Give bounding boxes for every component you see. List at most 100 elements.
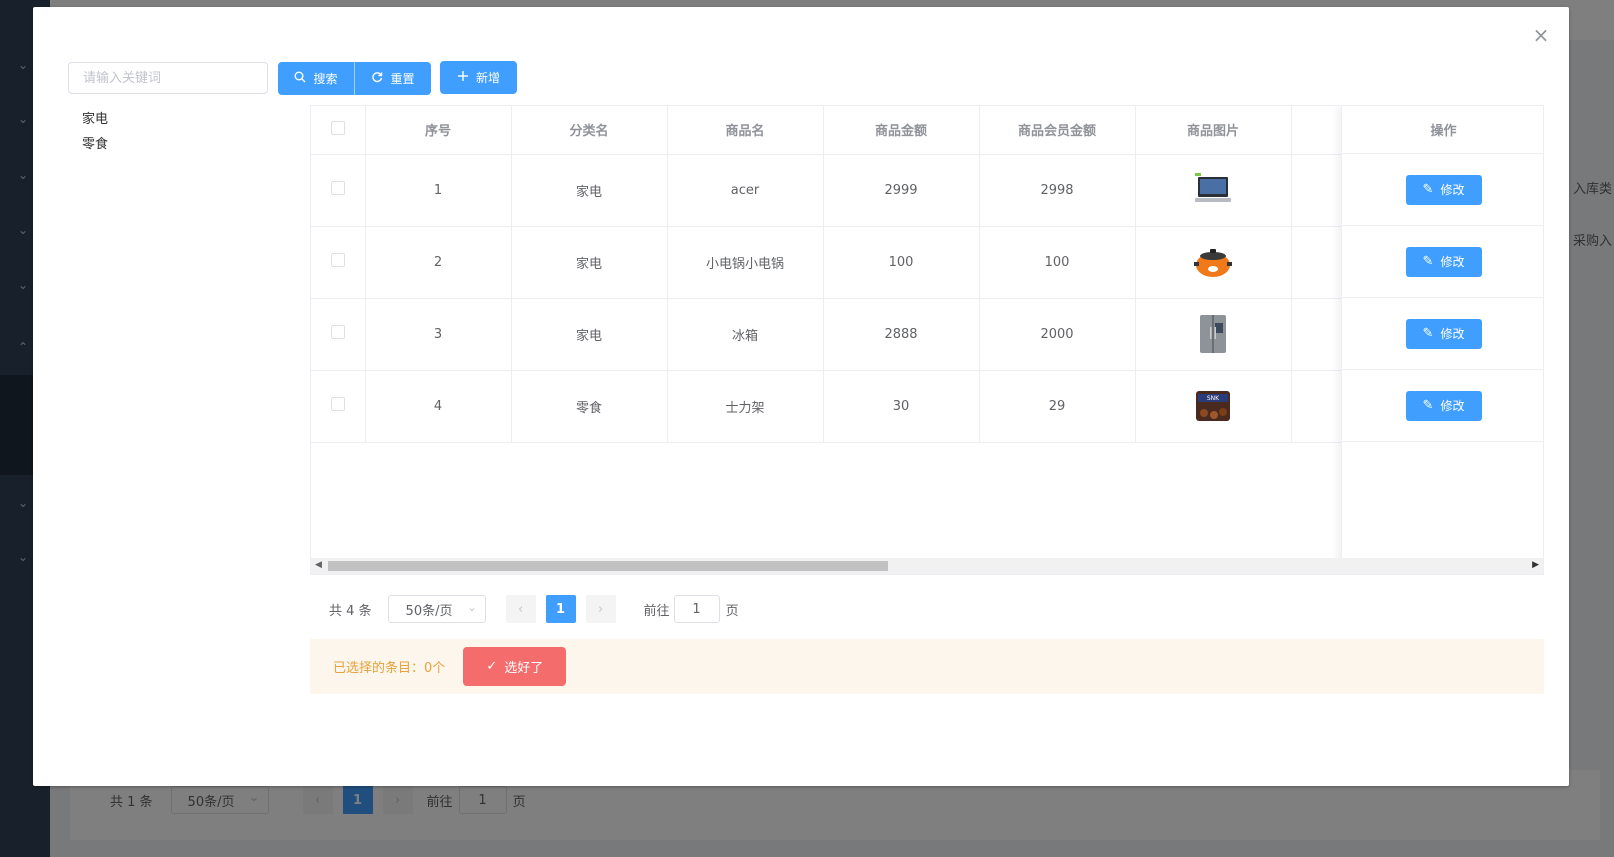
- page-size-value: 50条/页: [405, 603, 453, 619]
- edit-icon: ✎: [1422, 254, 1434, 269]
- row-image-cell: [1135, 298, 1292, 371]
- row-index: 3: [365, 298, 512, 371]
- pagination-total: 共 4 条: [329, 603, 372, 619]
- row-price: 2999: [823, 154, 980, 227]
- product-table: 序号 分类名 商品名 商品金额 商品会员金额 商品图片 1 家电 acer 29…: [310, 105, 1544, 575]
- select-all-checkbox[interactable]: [330, 120, 345, 135]
- page-suffix: 页: [725, 603, 739, 619]
- edit-icon: ✎: [1422, 182, 1434, 197]
- row-select-cell: [311, 226, 366, 299]
- refresh-icon: [371, 71, 383, 87]
- search-button[interactable]: 搜索: [278, 62, 355, 95]
- scroll-left-icon[interactable]: ◀: [315, 560, 322, 570]
- goto-input[interactable]: 1: [673, 595, 720, 623]
- action-cell: ✎ 修改: [1342, 370, 1543, 442]
- column-header: 序号: [365, 106, 512, 155]
- horizontal-scrollbar[interactable]: ◀ ▶: [311, 558, 1543, 574]
- add-button[interactable]: 新增: [440, 61, 517, 94]
- page-size-select[interactable]: 50条/页 ⌄: [387, 595, 486, 623]
- reset-button[interactable]: 重置: [355, 62, 431, 95]
- column-header: 商品名: [667, 106, 824, 155]
- category-item[interactable]: 家电: [82, 107, 108, 132]
- close-icon[interactable]: ×: [1531, 25, 1551, 45]
- row-image-cell: [1135, 226, 1292, 299]
- reset-button-label: 重置: [390, 72, 415, 86]
- table-row: 1 家电 acer 2999 2998: [311, 154, 1512, 227]
- action-cell: ✎ 修改: [1342, 226, 1543, 298]
- edit-button-label: 修改: [1440, 327, 1465, 341]
- column-header: 分类名: [511, 106, 668, 155]
- edit-button-label: 修改: [1440, 183, 1465, 197]
- row-price: 2888: [823, 298, 980, 371]
- row-price: 100: [823, 226, 980, 299]
- row-index: 1: [365, 154, 512, 227]
- row-category: 家电: [511, 226, 668, 299]
- row-category: 家电: [511, 154, 668, 227]
- select-all-cell: [311, 106, 366, 155]
- row-member-price: 2998: [979, 154, 1136, 227]
- product-select-dialog: × 搜索 重置 新增 家电 零食: [33, 7, 1569, 786]
- current-page[interactable]: 1: [545, 595, 576, 623]
- row-index: 4: [365, 370, 512, 443]
- row-member-price: 100: [979, 226, 1136, 299]
- confirm-selection-button[interactable]: ✓ 选好了: [463, 647, 567, 686]
- edit-button[interactable]: ✎ 修改: [1405, 246, 1482, 277]
- action-cell: ✎ 修改: [1342, 298, 1543, 370]
- pagination: 共 4 条 50条/页 ⌄ ‹ 1 › 前往 1 页: [329, 595, 739, 623]
- selection-bar: 已选择的条目：0个 ✓ 选好了: [310, 639, 1544, 694]
- action-column-header: 操作: [1342, 106, 1543, 154]
- row-name: 小电锅小电锅: [667, 226, 824, 299]
- row-index: 2: [365, 226, 512, 299]
- row-checkbox[interactable]: [330, 397, 345, 411]
- edit-button-label: 修改: [1440, 255, 1465, 269]
- row-category: 家电: [511, 298, 668, 371]
- table-row: 3 家电 冰箱 2888 2000: [311, 298, 1512, 371]
- prev-page-button[interactable]: ‹: [505, 595, 536, 623]
- cooker-image[interactable]: [1192, 241, 1234, 283]
- edit-button[interactable]: ✎ 修改: [1405, 318, 1482, 349]
- search-input[interactable]: [68, 62, 268, 94]
- scrollbar-thumb[interactable]: [328, 561, 888, 571]
- edit-icon: ✎: [1422, 398, 1434, 413]
- search-button-label: 搜索: [313, 72, 338, 86]
- action-column: 操作 ✎ 修改 ✎ 修改 ✎ 修改 ✎ 修改: [1341, 106, 1543, 574]
- svg-text:SNK: SNK: [1207, 395, 1220, 402]
- column-header: 商品图片: [1135, 106, 1292, 155]
- fridge-image[interactable]: [1192, 313, 1234, 355]
- selection-count: 已选择的条目：0个: [333, 661, 446, 676]
- snack-image[interactable]: SNK: [1192, 385, 1234, 427]
- product-table-body: 序号 分类名 商品名 商品金额 商品会员金额 商品图片 1 家电 acer 29…: [311, 106, 1512, 443]
- check-icon: ✓: [486, 659, 498, 674]
- row-checkbox[interactable]: [330, 325, 345, 339]
- edit-icon: ✎: [1422, 326, 1434, 341]
- row-price: 30: [823, 370, 980, 443]
- next-page-button[interactable]: ›: [585, 595, 616, 623]
- laptop-image[interactable]: [1192, 169, 1234, 211]
- chevron-down-icon: ⌄: [467, 601, 477, 614]
- row-member-price: 2000: [979, 298, 1136, 371]
- row-select-cell: [311, 370, 366, 443]
- edit-button[interactable]: ✎ 修改: [1405, 174, 1482, 205]
- row-member-price: 29: [979, 370, 1136, 443]
- scroll-right-icon[interactable]: ▶: [1532, 560, 1539, 570]
- table-row: 2 家电 小电锅小电锅 100 100: [311, 226, 1512, 299]
- search-button-group: 搜索 重置: [278, 62, 431, 95]
- confirm-selection-label: 选好了: [504, 661, 544, 676]
- category-list: 家电 零食: [82, 107, 108, 157]
- row-checkbox[interactable]: [330, 253, 345, 267]
- row-category: 零食: [511, 370, 668, 443]
- plus-icon: [457, 70, 469, 86]
- row-checkbox[interactable]: [330, 181, 345, 195]
- column-header: 商品会员金额: [979, 106, 1136, 155]
- row-name: acer: [667, 154, 824, 227]
- search-icon: [294, 71, 306, 87]
- table-row: 4 零食 士力架 30 29 SNK: [311, 370, 1512, 443]
- edit-button[interactable]: ✎ 修改: [1405, 390, 1482, 421]
- row-name: 冰箱: [667, 298, 824, 371]
- row-image-cell: SNK: [1135, 370, 1292, 443]
- row-select-cell: [311, 298, 366, 371]
- action-cell: ✎ 修改: [1342, 154, 1543, 226]
- category-item[interactable]: 零食: [82, 132, 108, 157]
- table-header-row: 序号 分类名 商品名 商品金额 商品会员金额 商品图片: [311, 106, 1512, 155]
- row-select-cell: [311, 154, 366, 227]
